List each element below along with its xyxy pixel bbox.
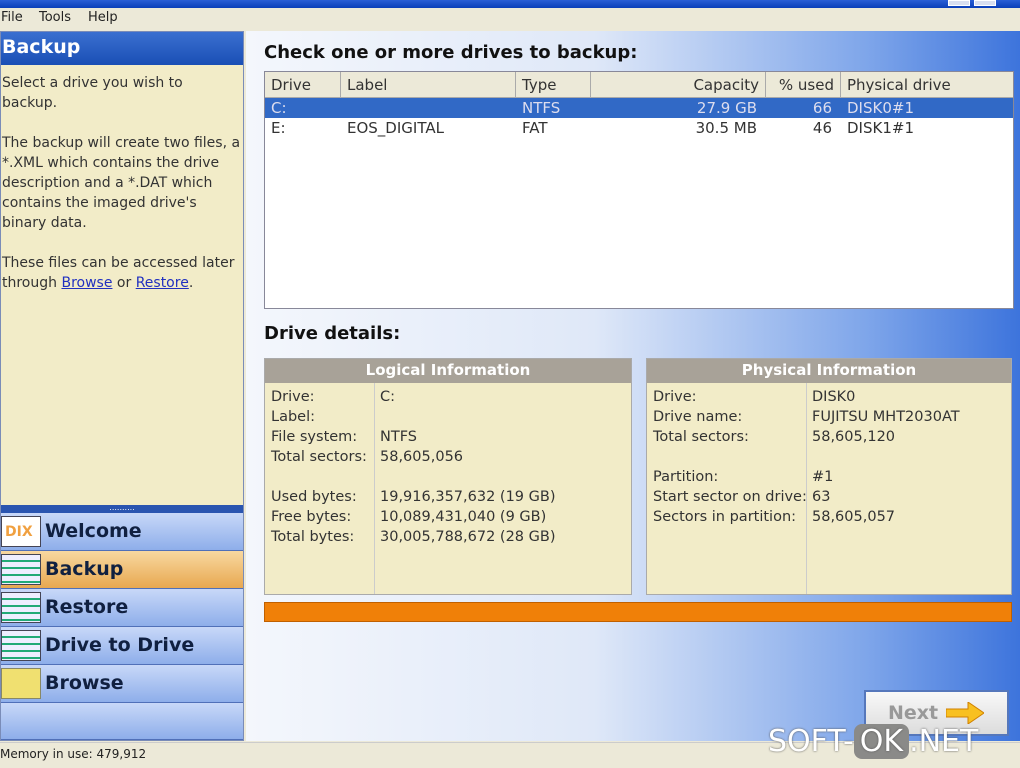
logical-info-panel: Logical Information Drive: C: Label: File s… (264, 358, 632, 595)
panel-title: Backup (1, 32, 243, 65)
col-capacity[interactable]: Capacity (591, 72, 766, 98)
nav-label: Drive to Drive (45, 634, 195, 656)
table-cell: EOS_DIGITAL (347, 119, 444, 137)
browse-link[interactable]: Browse (61, 275, 112, 291)
info-value: 63 (812, 489, 831, 505)
drive-to-drive-icon (1, 630, 41, 661)
details-heading: Drive details: (264, 323, 401, 344)
menu-bar: File Tools Help (0, 8, 1020, 30)
info-value: NTFS (380, 429, 417, 445)
info-value: 58,605,120 (812, 429, 896, 445)
info-value: #1 (812, 469, 834, 485)
table-cell: 46 (812, 119, 832, 137)
folder-icon (1, 668, 41, 699)
table-cell: E: (271, 119, 286, 137)
progress-bar (264, 602, 1012, 622)
nav-restore[interactable]: Restore (1, 589, 243, 627)
info-label: Used bytes: (271, 489, 357, 505)
nav-label: Browse (45, 672, 124, 694)
menu-help[interactable]: Help (88, 10, 118, 25)
watermark: SOFT- OK .NET (768, 724, 978, 759)
info-label: Label: (271, 409, 316, 425)
table-cell: 30.5 MB (695, 119, 757, 137)
nav-backup[interactable]: Backup (1, 551, 243, 589)
table-cell: 27.9 GB (696, 99, 757, 117)
nav-empty (1, 703, 243, 740)
info-label: Start sector on drive: (653, 489, 807, 505)
main-content: Check one or more drives to backup: Driv… (246, 31, 1020, 741)
info-label: Total sectors: (653, 429, 749, 445)
info-label: Total bytes: (271, 529, 355, 545)
info-label: Partition: (653, 469, 719, 485)
table-cell: NTFS (522, 99, 561, 117)
col-drive[interactable]: Drive (265, 72, 341, 98)
logical-info-title: Logical Information (265, 359, 631, 383)
menu-file[interactable]: File (1, 10, 23, 25)
nav-label: Backup (45, 558, 124, 580)
info-value: 30,005,788,672 (28 GB) (380, 529, 556, 545)
menu-tools[interactable]: Tools (39, 10, 71, 25)
splitter-handle[interactable]: .......... (1, 504, 243, 513)
table-cell: DISK1#1 (847, 119, 914, 137)
backup-icon (1, 554, 41, 585)
nav-welcome[interactable]: DIX Welcome (1, 513, 243, 551)
info-label: Sectors in partition: (653, 509, 797, 525)
physical-info-title: Physical Information (647, 359, 1011, 383)
info-label: File system: (271, 429, 358, 445)
info-value: 58,605,056 (380, 449, 464, 465)
help-paragraph: Select a drive you wish to backup. (2, 75, 183, 111)
info-value: DISK0 (812, 389, 856, 405)
table-cell: DISK0#1 (847, 99, 914, 117)
col-type[interactable]: Type (516, 72, 591, 98)
info-label: Drive name: (653, 409, 743, 425)
help-paragraph: The backup will create two files, a *.XM… (2, 135, 241, 231)
help-paragraph: These files can be accessed later throug… (2, 253, 241, 293)
info-value: 58,605,057 (812, 509, 896, 525)
table-cell: C: (271, 99, 287, 117)
nav-browse[interactable]: Browse (1, 665, 243, 703)
help-text: Select a drive you wish to backup. The b… (1, 65, 243, 293)
table-cell: 66 (812, 99, 832, 117)
info-value: 19,916,357,632 (19 GB) (380, 489, 556, 505)
arrow-right-icon (946, 702, 984, 724)
table-row[interactable]: C: NTFS 27.9 GB 66 DISK0#1 (265, 98, 1013, 118)
physical-info-panel: Physical Information Drive: DISK0 Drive na… (646, 358, 1012, 595)
table-cell: FAT (522, 119, 548, 137)
watermark-text: OK (853, 724, 910, 759)
drives-heading: Check one or more drives to backup: (264, 42, 638, 63)
info-label: Drive: (271, 389, 315, 405)
help-text-span: . (188, 275, 194, 291)
watermark-text: .NET (909, 724, 979, 759)
maximize-button[interactable] (948, 0, 970, 6)
table-row[interactable]: E: EOS_DIGITAL FAT 30.5 MB 46 DISK1#1 (265, 118, 1013, 138)
next-label: Next (888, 702, 939, 724)
nav-drive-to-drive[interactable]: Drive to Drive (1, 627, 243, 665)
info-label: Drive: (653, 389, 697, 405)
help-text-span: or (112, 275, 136, 291)
title-bar (0, 0, 1020, 8)
restore-icon (1, 592, 41, 623)
col-label[interactable]: Label (341, 72, 516, 98)
drive-table: Drive Label Type Capacity % used Physica… (264, 71, 1014, 309)
nav-label: Restore (45, 596, 129, 618)
restore-link[interactable]: Restore (136, 275, 189, 291)
col-physical[interactable]: Physical drive (841, 72, 1015, 98)
watermark-text: SOFT- (768, 724, 854, 759)
dix-logo-icon: DIX (1, 516, 41, 547)
left-panel: Backup Select a drive you wish to backup… (0, 31, 244, 741)
close-button[interactable] (974, 0, 996, 6)
info-label: Free bytes: (271, 509, 352, 525)
info-value: FUJITSU MHT2030AT (812, 409, 960, 425)
col-used[interactable]: % used (766, 72, 841, 98)
info-value: 10,089,431,040 (9 GB) (380, 509, 547, 525)
info-label: Total sectors: (271, 449, 367, 465)
nav-label: Welcome (45, 520, 142, 542)
info-value: C: (380, 389, 396, 405)
table-header: Drive Label Type Capacity % used Physica… (265, 72, 1013, 98)
